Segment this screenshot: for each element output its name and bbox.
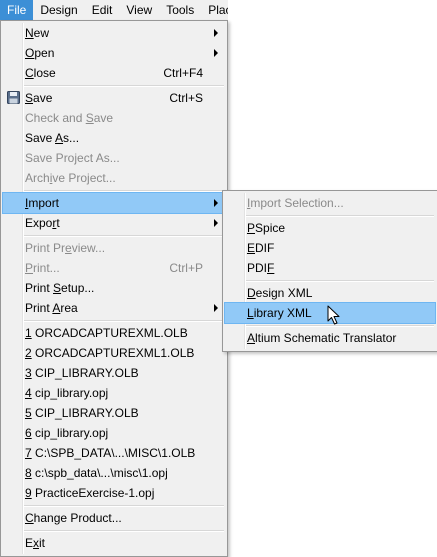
menu-item-print-preview[interactable]: Print Preview... <box>3 238 225 258</box>
menu-tools[interactable]: Tools <box>159 0 201 20</box>
recent-file-item[interactable]: 8 c:\spb_data\...\misc\1.opj <box>3 463 225 483</box>
menu-item-label: Design XML <box>247 286 313 300</box>
recent-file-item[interactable]: 4 cip_library.opj <box>3 383 225 403</box>
chevron-right-icon <box>214 219 218 227</box>
menu-item-label: Close <box>25 66 56 80</box>
menu-item-label: 5 CIP_LIBRARY.OLB <box>25 406 139 420</box>
menu-view[interactable]: View <box>119 0 159 20</box>
menu-item-label: Save Project As... <box>25 151 120 165</box>
menu-item-label: 9 PracticeExercise-1.opj <box>25 486 155 500</box>
recent-file-item[interactable]: 1 ORCADCAPTUREXML.OLB <box>3 323 225 343</box>
floppy-disk-icon <box>7 91 20 104</box>
menu-item-archive-project[interactable]: Archive Project... <box>3 168 225 188</box>
menu-item-change-product[interactable]: Change Product... <box>3 508 225 528</box>
menu-item-label: Save <box>25 91 53 105</box>
menu-file[interactable]: File <box>0 0 34 20</box>
chevron-right-icon <box>214 304 218 312</box>
mouse-pointer-icon <box>327 305 340 325</box>
menu-item-label: Check and Save <box>25 111 114 125</box>
menu-item-label: PDIF <box>247 261 275 275</box>
menu-item-design-xml[interactable]: Design XML <box>225 283 435 303</box>
menu-item-edif[interactable]: EDIF <box>225 238 435 258</box>
menu-item-label: Print Preview... <box>25 241 106 255</box>
menu-item-label: Altium Schematic Translator <box>247 331 397 345</box>
chevron-right-icon <box>214 29 218 37</box>
menu-edit[interactable]: Edit <box>85 0 120 20</box>
menu-separator <box>246 215 434 217</box>
shortcut-label: Ctrl+F4 <box>163 66 203 80</box>
menu-item-label: Archive Project... <box>25 171 116 185</box>
menu-item-print-setup[interactable]: Print Setup... <box>3 278 225 298</box>
menu-item-open[interactable]: Open <box>3 43 225 63</box>
menu-item-check-and-save[interactable]: Check and Save <box>3 108 225 128</box>
menu-item-print[interactable]: Print... Ctrl+P <box>3 258 225 278</box>
menu-item-label: Change Product... <box>25 511 122 525</box>
menu-separator <box>24 85 224 87</box>
menu-item-label: Export <box>25 216 60 230</box>
menu-item-label: 2 ORCADCAPTUREXML1.OLB <box>25 346 195 360</box>
menu-item-import-selection[interactable]: Import Selection... <box>225 193 435 213</box>
menu-item-new[interactable]: New <box>3 23 225 43</box>
menu-separator <box>246 280 434 282</box>
menu-separator <box>24 320 224 322</box>
menu-item-close[interactable]: Close Ctrl+F4 <box>3 63 225 83</box>
menu-item-label: 8 c:\spb_data\...\misc\1.opj <box>25 466 168 480</box>
menu-item-label: 3 CIP_LIBRARY.OLB <box>25 366 139 380</box>
menu-item-print-area[interactable]: Print Area <box>3 298 225 318</box>
menu-item-label: 7 C:\SPB_DATA\...\MISC\1.OLB <box>25 446 196 460</box>
import-submenu: Import Selection... PSpice EDIF PDIF Des… <box>222 190 437 352</box>
menu-item-save-project-as[interactable]: Save Project As... <box>3 148 225 168</box>
recent-file-item[interactable]: 3 CIP_LIBRARY.OLB <box>3 363 225 383</box>
menu-item-label: Save As... <box>25 131 80 145</box>
recent-file-item[interactable]: 6 cip_library.opj <box>3 423 225 443</box>
menu-item-altium-translator[interactable]: Altium Schematic Translator <box>225 328 435 348</box>
menu-item-label: Print Setup... <box>25 281 95 295</box>
menu-item-label: Print... <box>25 261 60 275</box>
menu-item-exit[interactable]: Exit <box>3 533 225 553</box>
menu-item-label: Print Area <box>25 301 78 315</box>
menu-item-save-as[interactable]: Save As... <box>3 128 225 148</box>
menu-item-import[interactable]: Import <box>2 192 226 214</box>
menu-separator <box>24 235 224 237</box>
recent-file-item[interactable]: 7 C:\SPB_DATA\...\MISC\1.OLB <box>3 443 225 463</box>
menu-item-label: 4 cip_library.opj <box>25 386 109 400</box>
menu-item-save[interactable]: Save Ctrl+S <box>3 88 225 108</box>
menu-item-pdif[interactable]: PDIF <box>225 258 435 278</box>
menu-item-export[interactable]: Export <box>3 213 225 233</box>
menu-item-label: EDIF <box>247 241 275 255</box>
recent-file-item[interactable]: 5 CIP_LIBRARY.OLB <box>3 403 225 423</box>
menu-design[interactable]: Design <box>33 0 84 20</box>
chevron-right-icon <box>214 199 218 207</box>
menu-item-label: Import <box>25 196 60 210</box>
recent-file-item[interactable]: 9 PracticeExercise-1.opj <box>3 483 225 503</box>
menu-place[interactable]: Plac <box>201 0 228 20</box>
menu-item-label: 1 ORCADCAPTUREXML.OLB <box>25 326 188 340</box>
menu-item-label: Exit <box>25 536 46 550</box>
shortcut-label: Ctrl+S <box>169 91 203 105</box>
chevron-right-icon <box>214 49 218 57</box>
menu-item-pspice[interactable]: PSpice <box>225 218 435 238</box>
menu-item-label: Open <box>25 46 55 60</box>
menu-item-label: 6 cip_library.opj <box>25 426 109 440</box>
menu-separator <box>24 190 224 192</box>
recent-file-item[interactable]: 2 ORCADCAPTUREXML1.OLB <box>3 343 225 363</box>
menu-separator <box>24 505 224 507</box>
menu-item-label: Library XML <box>247 306 312 320</box>
menu-item-label: New <box>25 26 50 40</box>
menu-item-label: Import Selection... <box>247 196 344 210</box>
shortcut-label: Ctrl+P <box>169 261 203 275</box>
menu-item-label: PSpice <box>247 221 286 235</box>
menu-separator <box>24 530 224 532</box>
menu-bar: File Design Edit View Tools Plac <box>0 0 228 21</box>
file-menu: New Open Close Ctrl+F4 Save Ctrl+S Check… <box>0 20 228 557</box>
